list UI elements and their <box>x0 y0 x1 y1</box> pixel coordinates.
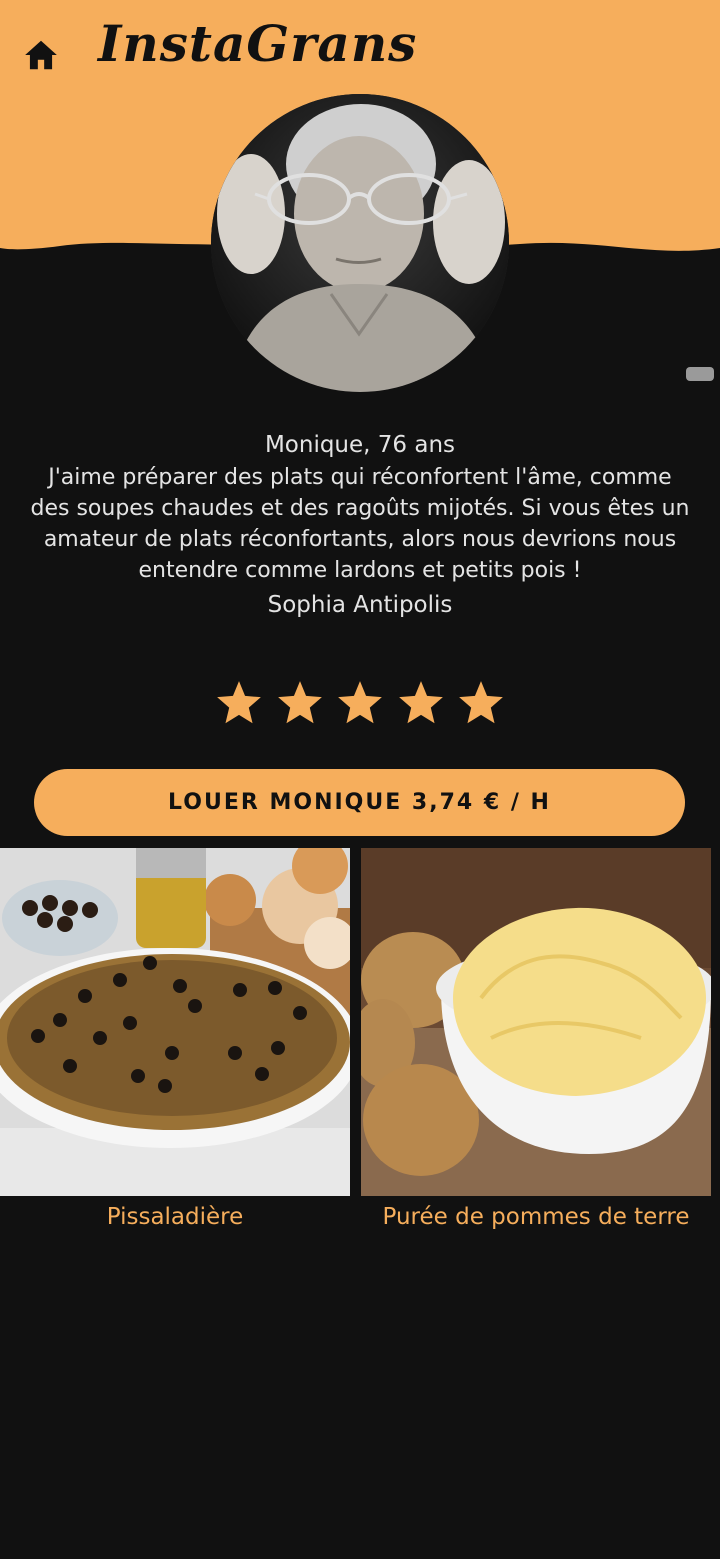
scroll-indicator[interactable] <box>686 367 714 381</box>
app-title: InstaGrans <box>98 14 418 73</box>
dish-photo-puree[interactable] <box>361 848 711 1196</box>
star-icon <box>277 681 322 724</box>
profile-info: Monique, 76 ans J'aime préparer des plat… <box>30 428 690 622</box>
star-icon <box>398 681 443 724</box>
dish-card[interactable]: Pissaladière <box>0 848 350 1232</box>
dish-card[interactable]: Purée de pommes de terre <box>361 848 711 1232</box>
profile-name: Monique, 76 ans <box>264 432 456 458</box>
dish-label: Purée de pommes de terre <box>382 1204 690 1230</box>
profile-avatar <box>211 94 509 392</box>
home-icon[interactable] <box>22 36 60 74</box>
star-icon <box>217 681 261 724</box>
star-icon <box>459 681 503 724</box>
rent-button[interactable]: LOUER MONIQUE 3,74 € / H <box>34 769 685 836</box>
profile-bio: J'aime préparer des plats qui réconforte… <box>30 465 690 583</box>
avatar-photo <box>211 94 509 392</box>
dish-label: Pissaladière <box>106 1204 244 1230</box>
star-icon <box>338 681 382 724</box>
profile-location: Sophia Antipolis <box>267 592 453 618</box>
dish-photo-pissaladiere[interactable] <box>0 848 350 1196</box>
rating-stars <box>214 678 506 728</box>
